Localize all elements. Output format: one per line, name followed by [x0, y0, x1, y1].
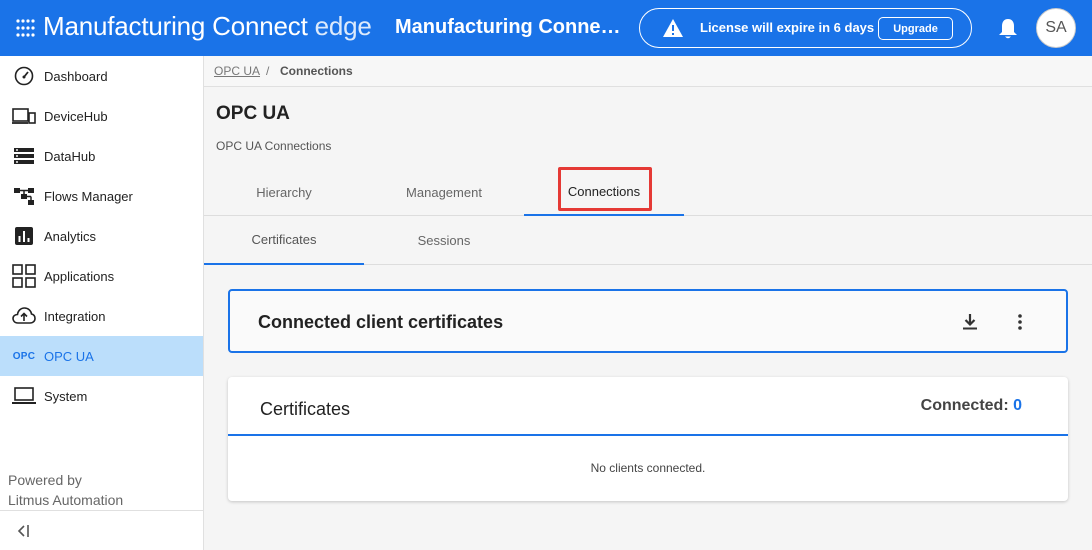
- more-vert-icon[interactable]: [1010, 312, 1030, 332]
- sidebar-item-devicehub[interactable]: DeviceHub: [0, 96, 203, 136]
- empty-state-message: No clients connected.: [590, 461, 706, 475]
- sidebar: Dashboard DeviceHub DataHub Flows Manage…: [0, 56, 204, 550]
- sidebar-item-label: DataHub: [44, 148, 96, 164]
- sidebar-item-datahub[interactable]: DataHub: [0, 136, 203, 176]
- sidebar-item-flows-manager[interactable]: Flows Manager: [0, 176, 203, 216]
- brand-main: Manufacturing Connect: [43, 11, 308, 41]
- sidebar-item-dashboard[interactable]: Dashboard: [0, 56, 203, 96]
- subtab-sessions[interactable]: Sessions: [364, 216, 524, 265]
- sidebar-item-applications[interactable]: Applications: [0, 256, 203, 296]
- powered-by-line: Powered by: [8, 472, 82, 488]
- certificates-title: Certificates: [260, 399, 351, 419]
- sidebar-item-label: OPC UA: [44, 348, 94, 364]
- sidebar-collapse-bar: [0, 510, 203, 550]
- collapse-sidebar-icon[interactable]: [16, 523, 32, 539]
- cloud-upload-icon: [12, 306, 36, 326]
- avatar[interactable]: SA: [1036, 8, 1076, 48]
- sidebar-item-analytics[interactable]: Analytics: [0, 216, 203, 256]
- tab-management[interactable]: Management: [364, 168, 524, 216]
- devices-icon: [12, 106, 36, 126]
- analytics-icon: [12, 226, 36, 246]
- certificates-card: Certificates Connected: 0 No clients con…: [228, 377, 1068, 501]
- connected-client-certificates-panel: Connected client certificates: [228, 289, 1068, 353]
- laptop-icon: [12, 386, 36, 406]
- warning-icon: [663, 19, 683, 37]
- opc-icon: OPC: [12, 346, 36, 366]
- sidebar-item-opc-ua[interactable]: OPC OPC UA: [0, 336, 203, 376]
- upgrade-button[interactable]: Upgrade: [878, 17, 953, 40]
- connected-label: Connected:: [920, 397, 1009, 414]
- flow-icon: [12, 186, 36, 206]
- sidebar-item-label: Flows Manager: [44, 188, 133, 204]
- main-content: OPC UA / Connections OPC UA OPC UA Conne…: [204, 56, 1092, 550]
- breadcrumb-link-opc-ua[interactable]: OPC UA: [214, 64, 260, 78]
- breadcrumb-current: Connections: [280, 64, 353, 78]
- sidebar-item-label: Analytics: [44, 228, 97, 244]
- header-page-name: Manufacturing Connect edge: [395, 16, 627, 38]
- powered-by-company: Litmus Automation: [8, 492, 124, 508]
- tab-hierarchy[interactable]: Hierarchy: [204, 168, 364, 216]
- apps-grid-icon: [12, 264, 36, 288]
- breadcrumb-separator: /: [266, 64, 270, 78]
- license-banner: License will expire in 6 days Upgrade: [639, 8, 972, 48]
- page-title: OPC UA: [216, 103, 290, 124]
- sub-tabs: Certificates Sessions: [204, 216, 1092, 265]
- page-subtitle: OPC UA Connections: [216, 139, 332, 153]
- sidebar-item-label: Applications: [44, 268, 115, 284]
- panel-title: Connected client certificates: [258, 312, 504, 332]
- subtab-certificates[interactable]: Certificates: [204, 216, 364, 265]
- breadcrumb: OPC UA / Connections: [204, 56, 1092, 87]
- sidebar-item-label: System: [44, 388, 88, 404]
- opc-glyph: OPC: [12, 350, 36, 362]
- brand-name[interactable]: Manufacturing Connect edge: [43, 11, 372, 42]
- tab-connections[interactable]: Connections: [524, 168, 684, 216]
- sidebar-item-system[interactable]: System: [0, 376, 203, 416]
- bell-icon[interactable]: [998, 18, 1018, 40]
- connected-count-label: Connected: 0: [921, 397, 1022, 415]
- dashboard-gauge-icon: [12, 66, 36, 86]
- download-icon[interactable]: [960, 312, 980, 332]
- app-header: Manufacturing Connect edge Manufacturing…: [0, 0, 1092, 56]
- apps-dots-icon[interactable]: [15, 17, 37, 39]
- storage-icon: [12, 146, 36, 166]
- certificates-card-header: Certificates Connected: 0: [228, 377, 1068, 436]
- sidebar-item-label: Dashboard: [44, 68, 108, 84]
- connected-count: 0: [1013, 397, 1022, 414]
- license-text: License will expire in 6 days: [700, 20, 875, 35]
- main-tabs: Hierarchy Management Connections: [204, 168, 1092, 216]
- powered-by: Powered by Litmus Automation: [8, 470, 123, 510]
- sidebar-item-integration[interactable]: Integration: [0, 296, 203, 336]
- brand-suffix: edge: [314, 11, 372, 41]
- sidebar-item-label: DeviceHub: [44, 108, 108, 124]
- sidebar-item-label: Integration: [44, 308, 106, 324]
